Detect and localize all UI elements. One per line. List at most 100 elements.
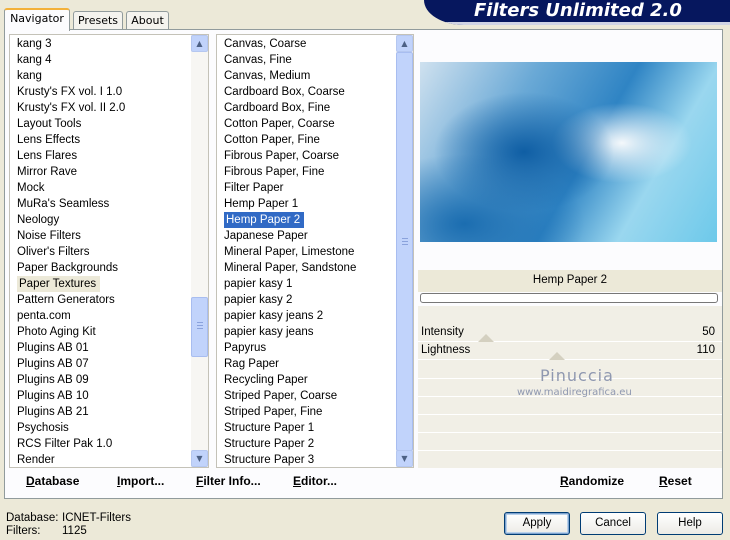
slider-marker-icon[interactable]: [549, 352, 565, 360]
list-item[interactable]: Structure Paper 2: [217, 436, 396, 452]
tab-about[interactable]: About: [126, 11, 169, 30]
list-item[interactable]: Canvas, Fine: [217, 52, 396, 68]
list-item[interactable]: Cardboard Box, Fine: [217, 100, 396, 116]
category-scrollbar[interactable]: ▲ ▼: [191, 35, 208, 467]
list-item[interactable]: Plugins AB 09: [10, 372, 191, 388]
param-row-lightness[interactable]: Lightness 110: [418, 342, 722, 360]
scroll-up-icon[interactable]: ▲: [191, 35, 208, 52]
list-item[interactable]: Cardboard Box, Coarse: [217, 84, 396, 100]
list-item[interactable]: Render: [10, 452, 191, 467]
scroll-down-icon[interactable]: ▼: [191, 450, 208, 467]
list-item[interactable]: Paper Backgrounds: [10, 260, 191, 276]
import-button[interactable]: Import...: [117, 474, 164, 488]
list-item[interactable]: Psychosis: [10, 420, 191, 436]
list-item[interactable]: Noise Filters: [10, 228, 191, 244]
list-item[interactable]: kang: [10, 68, 191, 84]
list-item[interactable]: kang 3: [10, 36, 191, 52]
list-item[interactable]: Papyrus: [217, 340, 396, 356]
filter-name: Hemp Paper 2: [532, 274, 608, 286]
list-item[interactable]: Lens Effects: [10, 132, 191, 148]
apply-button[interactable]: Apply: [504, 512, 570, 535]
list-item[interactable]: papier kasy 2: [217, 292, 396, 308]
filter-scrollbar[interactable]: ▲ ▼: [396, 35, 413, 467]
param-label: Lightness: [421, 344, 471, 356]
reset-button[interactable]: Reset: [659, 474, 692, 488]
list-item[interactable]: Japanese Paper: [217, 228, 396, 244]
list-item[interactable]: Canvas, Medium: [217, 68, 396, 84]
watermark-name: Pinuccia: [540, 366, 614, 385]
cancel-button[interactable]: Cancel: [580, 512, 646, 535]
scroll-up-icon[interactable]: ▲: [396, 35, 413, 52]
panel-button-bar: Database Import... Filter Info... Editor…: [9, 470, 718, 494]
list-item[interactable]: Layout Tools: [10, 116, 191, 132]
list-item[interactable]: Fibrous Paper, Coarse: [217, 148, 396, 164]
list-item[interactable]: Plugins AB 01: [10, 340, 191, 356]
scroll-thumb[interactable]: [396, 52, 413, 451]
param-label: Intensity: [421, 326, 464, 338]
slider-marker-icon[interactable]: [478, 334, 494, 342]
filter-listbox[interactable]: Canvas, Coarse Canvas, Fine Canvas, Medium…: [216, 34, 414, 468]
param-value: 110: [696, 344, 715, 356]
list-item[interactable]: Hemp Paper 1: [217, 196, 396, 212]
category-listbox[interactable]: kang 3 kang 4 kang Krusty's FX vol. I 1.0 Kr…: [9, 34, 209, 468]
list-item[interactable]: Lens Flares: [10, 148, 191, 164]
list-item[interactable]: papier kasy jeans: [217, 324, 396, 340]
database-info: Database: ICNET-Filters Filters: 1125: [6, 512, 131, 538]
list-item[interactable]: Plugins AB 07: [10, 356, 191, 372]
tab-presets[interactable]: Presets: [73, 11, 123, 30]
list-item[interactable]: Krusty's FX vol. I 1.0: [10, 84, 191, 100]
list-item[interactable]: Structure Paper 1: [217, 420, 396, 436]
filter-list: Canvas, Coarse Canvas, Fine Canvas, Medium…: [217, 36, 396, 467]
list-item[interactable]: kang 4: [10, 52, 191, 68]
database-button[interactable]: Database: [26, 474, 79, 488]
list-item[interactable]: Mock: [10, 180, 191, 196]
tab-navigator[interactable]: Navigator: [4, 8, 70, 31]
list-item[interactable]: papier kasy jeans 2: [217, 308, 396, 324]
watermark-url: www.maidiregrafica.eu: [517, 387, 632, 398]
database-label: Database:: [6, 512, 59, 524]
list-item[interactable]: Mirror Rave: [10, 164, 191, 180]
list-item[interactable]: penta.com: [10, 308, 191, 324]
app-title: Filters Unlimited 2.0: [474, 0, 682, 21]
scroll-down-icon[interactable]: ▼: [396, 450, 413, 467]
list-item[interactable]: Hemp Paper 2: [224, 212, 305, 228]
param-row-intensity[interactable]: Intensity 50: [418, 324, 722, 342]
list-item[interactable]: Krusty's FX vol. II 2.0: [10, 100, 191, 116]
list-item[interactable]: Neology: [10, 212, 191, 228]
list-item[interactable]: Striped Paper, Coarse: [217, 388, 396, 404]
list-item[interactable]: Filter Paper: [217, 180, 396, 196]
list-item[interactable]: papier kasy 1: [217, 276, 396, 292]
help-button[interactable]: Help: [657, 512, 723, 535]
list-item[interactable]: Structure Paper 3: [217, 452, 396, 467]
database-value: ICNET-Filters: [62, 512, 131, 524]
list-item[interactable]: Mineral Paper, Sandstone: [217, 260, 396, 276]
list-item[interactable]: MuRa's Seamless: [10, 196, 191, 212]
list-item[interactable]: Striped Paper, Fine: [217, 404, 396, 420]
list-item[interactable]: Oliver's Filters: [10, 244, 191, 260]
filters-count: 1125: [62, 525, 87, 537]
list-item[interactable]: RCS Filter Pak 1.0: [10, 436, 191, 452]
list-item[interactable]: Cotton Paper, Coarse: [217, 116, 396, 132]
title-banner: Filters Unlimited 2.0: [424, 0, 730, 25]
list-item[interactable]: Recycling Paper: [217, 372, 396, 388]
filter-info-button[interactable]: Filter Info...: [196, 474, 261, 488]
list-item[interactable]: Canvas, Coarse: [217, 36, 396, 52]
category-list: kang 3 kang 4 kang Krusty's FX vol. I 1.0 Kr…: [10, 36, 191, 467]
list-item[interactable]: Paper Textures: [17, 276, 101, 292]
filters-label: Filters:: [6, 525, 41, 537]
list-item[interactable]: Plugins AB 10: [10, 388, 191, 404]
param-value: 50: [702, 326, 715, 338]
list-item[interactable]: Pattern Generators: [10, 292, 191, 308]
list-item[interactable]: Rag Paper: [217, 356, 396, 372]
list-item[interactable]: Fibrous Paper, Fine: [217, 164, 396, 180]
list-item[interactable]: Plugins AB 21: [10, 404, 191, 420]
list-item[interactable]: Mineral Paper, Limestone: [217, 244, 396, 260]
randomize-button[interactable]: Randomize: [560, 474, 624, 488]
list-item[interactable]: Photo Aging Kit: [10, 324, 191, 340]
editor-button[interactable]: Editor...: [293, 474, 337, 488]
list-item[interactable]: Cotton Paper, Fine: [217, 132, 396, 148]
preview-image: [420, 62, 717, 242]
scroll-thumb[interactable]: [191, 297, 208, 357]
progress-bar: [420, 293, 718, 303]
filter-name-bar: Hemp Paper 2: [418, 270, 722, 292]
